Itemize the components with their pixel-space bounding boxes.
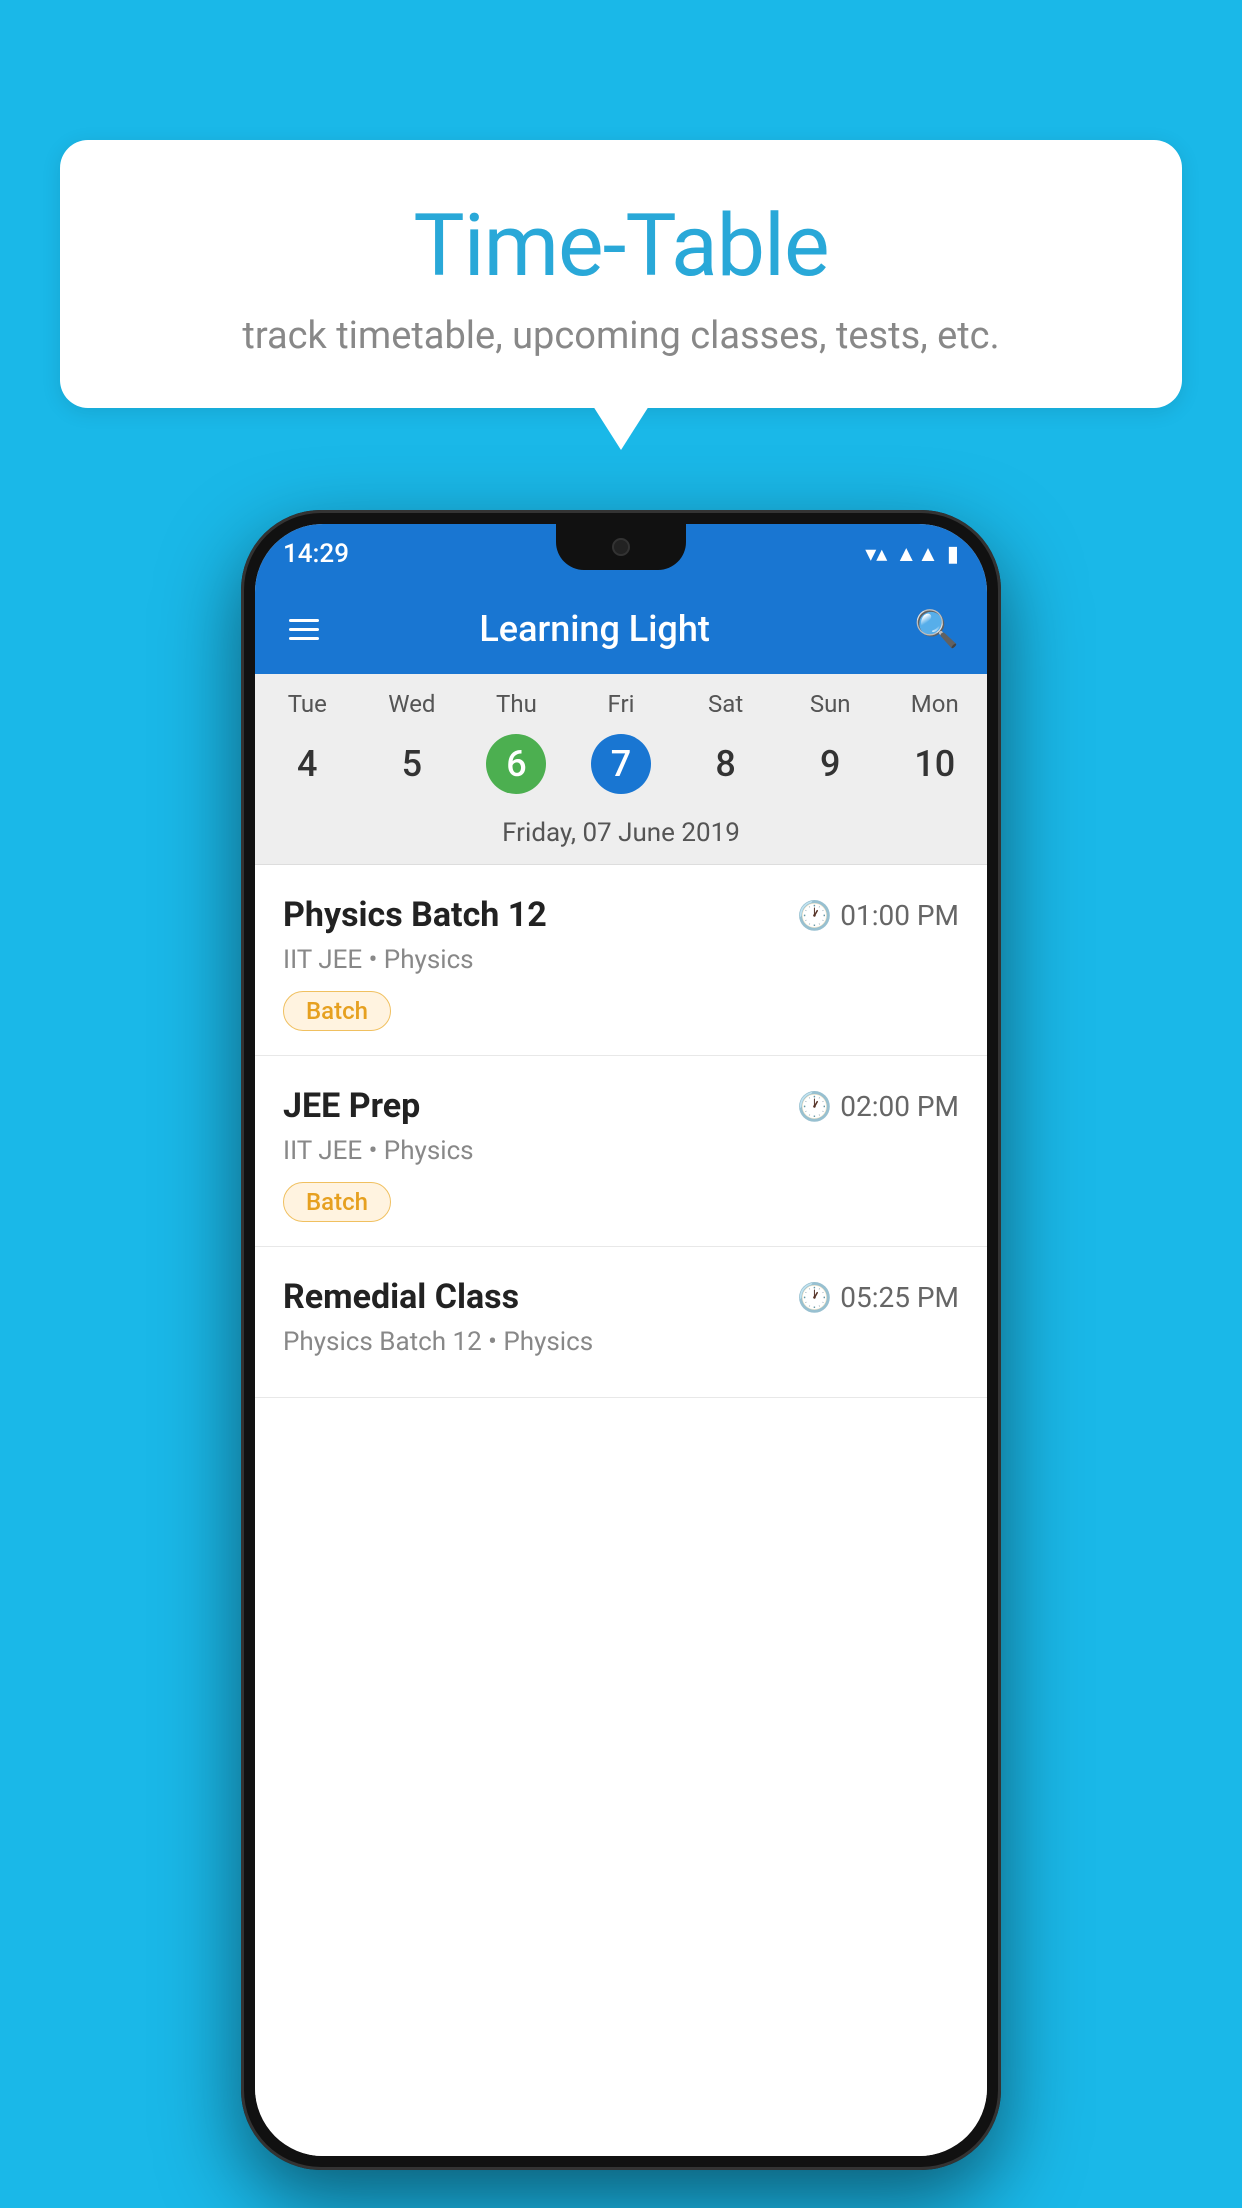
- schedule-time-3: 🕐 05:25 PM: [797, 1281, 959, 1314]
- day-number-4[interactable]: 4: [277, 734, 337, 794]
- day-name-tue: Tue: [288, 690, 327, 718]
- wifi-icon: ▾▴: [865, 542, 887, 567]
- day-number-7-selected[interactable]: 7: [591, 734, 651, 794]
- schedule-list[interactable]: Physics Batch 12 🕐 01:00 PM IIT JEE • Ph…: [255, 865, 987, 2156]
- signal-icon: ▲▲: [895, 541, 939, 567]
- schedule-item-2[interactable]: JEE Prep 🕐 02:00 PM IIT JEE • Physics Ba…: [255, 1056, 987, 1247]
- camera-dot: [612, 538, 630, 556]
- schedule-time-value-3: 05:25 PM: [840, 1281, 959, 1314]
- schedule-title-2: JEE Prep: [283, 1086, 420, 1126]
- day-num-col-5: 5: [360, 734, 465, 794]
- speech-bubble-section: Time-Table track timetable, upcoming cla…: [60, 140, 1182, 408]
- day-num-col-10: 10: [882, 734, 987, 794]
- day-col-mon: Mon: [882, 690, 987, 718]
- schedule-subtitle-1: IIT JEE • Physics: [283, 945, 959, 975]
- day-col-tue: Tue: [255, 690, 360, 718]
- schedule-item-1[interactable]: Physics Batch 12 🕐 01:00 PM IIT JEE • Ph…: [255, 865, 987, 1056]
- day-num-col-6: 6: [464, 734, 569, 794]
- clock-icon-2: 🕐: [797, 1090, 832, 1123]
- notch: [556, 524, 686, 570]
- day-col-fri: Fri: [569, 690, 674, 718]
- clock-icon-3: 🕐: [797, 1281, 832, 1314]
- day-num-col-8: 8: [673, 734, 778, 794]
- schedule-time-2: 🕐 02:00 PM: [797, 1090, 959, 1123]
- day-col-sat: Sat: [673, 690, 778, 718]
- schedule-subtitle-3: Physics Batch 12 • Physics: [283, 1327, 959, 1357]
- phone-content: 14:29 ▾▴ ▲▲ ▮ Learning Light 🔍: [255, 524, 987, 2156]
- app-bar: Learning Light 🔍: [255, 584, 987, 674]
- bubble-subtitle: track timetable, upcoming classes, tests…: [120, 314, 1122, 358]
- selected-date-label: Friday, 07 June 2019: [255, 808, 987, 865]
- day-col-wed: Wed: [360, 690, 465, 718]
- schedule-title-1: Physics Batch 12: [283, 895, 547, 935]
- day-number-8[interactable]: 8: [696, 734, 756, 794]
- day-name-sat: Sat: [708, 690, 743, 718]
- app-title: Learning Light: [299, 608, 890, 650]
- phone-container: 14:29 ▾▴ ▲▲ ▮ Learning Light 🔍: [241, 510, 1001, 2170]
- day-headers: Tue Wed Thu Fri Sat: [255, 674, 987, 726]
- schedule-title-3: Remedial Class: [283, 1277, 519, 1317]
- battery-icon: ▮: [947, 542, 959, 567]
- status-time: 14:29: [283, 539, 349, 569]
- day-num-col-7: 7: [569, 734, 674, 794]
- phone-screen: 14:29 ▾▴ ▲▲ ▮ Learning Light 🔍: [255, 524, 987, 2156]
- schedule-item-3[interactable]: Remedial Class 🕐 05:25 PM Physics Batch …: [255, 1247, 987, 1398]
- speech-bubble: Time-Table track timetable, upcoming cla…: [60, 140, 1182, 408]
- schedule-item-2-header: JEE Prep 🕐 02:00 PM: [283, 1086, 959, 1126]
- day-name-mon: Mon: [911, 690, 959, 718]
- schedule-time-1: 🕐 01:00 PM: [797, 899, 959, 932]
- batch-badge-2: Batch: [283, 1182, 391, 1222]
- day-name-sun: Sun: [810, 690, 851, 718]
- schedule-item-3-header: Remedial Class 🕐 05:25 PM: [283, 1277, 959, 1317]
- day-name-wed: Wed: [388, 690, 435, 718]
- clock-icon-1: 🕐: [797, 899, 832, 932]
- day-number-5[interactable]: 5: [382, 734, 442, 794]
- day-col-sun: Sun: [778, 690, 883, 718]
- day-number-row: 4 5 6 7 8: [255, 726, 987, 808]
- day-number-6-today[interactable]: 6: [486, 734, 546, 794]
- schedule-item-1-header: Physics Batch 12 🕐 01:00 PM: [283, 895, 959, 935]
- schedule-time-value-1: 01:00 PM: [840, 899, 959, 932]
- schedule-time-value-2: 02:00 PM: [840, 1090, 959, 1123]
- schedule-subtitle-2: IIT JEE • Physics: [283, 1136, 959, 1166]
- day-name-fri: Fri: [608, 690, 635, 718]
- search-icon[interactable]: 🔍: [914, 608, 959, 650]
- day-name-thu: Thu: [496, 690, 537, 718]
- day-num-col-4: 4: [255, 734, 360, 794]
- status-icons: ▾▴ ▲▲ ▮: [865, 541, 959, 567]
- calendar-section: Tue Wed Thu Fri Sat: [255, 674, 987, 865]
- phone-frame: 14:29 ▾▴ ▲▲ ▮ Learning Light 🔍: [241, 510, 1001, 2170]
- batch-badge-1: Batch: [283, 991, 391, 1031]
- day-number-9[interactable]: 9: [800, 734, 860, 794]
- day-num-col-9: 9: [778, 734, 883, 794]
- day-col-thu: Thu: [464, 690, 569, 718]
- day-number-10[interactable]: 10: [905, 734, 965, 794]
- bubble-title: Time-Table: [120, 195, 1122, 296]
